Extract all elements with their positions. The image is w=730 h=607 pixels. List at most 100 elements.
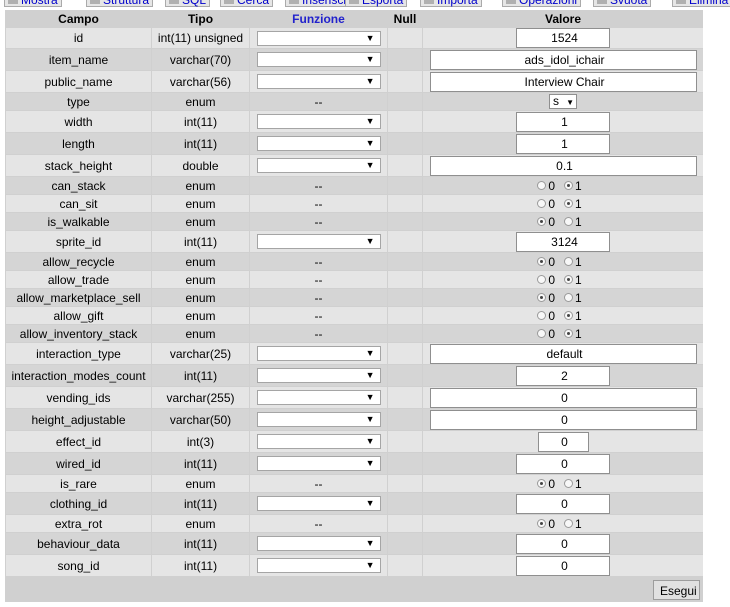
function-select[interactable]: ▼ (256, 52, 381, 68)
allow-recycle-radio-0[interactable] (537, 257, 547, 267)
can-stack-radio-0[interactable] (537, 181, 547, 191)
field-name: interaction_type (6, 343, 151, 364)
can-stack-radio-1[interactable] (564, 181, 573, 191)
clothing-id-input[interactable]: 0 (516, 493, 610, 514)
function-select[interactable]: ▼ (256, 74, 381, 90)
tab-esporta[interactable]: Esporta (345, 0, 408, 7)
sql-icon (169, 0, 179, 4)
vending-ids-input[interactable]: 0 (429, 387, 697, 408)
tab-label: Esporta (362, 0, 404, 7)
field-null-cell (388, 365, 422, 386)
function-select[interactable]: ▼ (256, 434, 381, 450)
function-select[interactable]: ▼ (256, 136, 381, 152)
field-function-cell: ▼ (250, 533, 387, 554)
field-value-cell: 1 (423, 133, 703, 154)
tab-elimina[interactable]: Elimina (672, 0, 730, 7)
tab-svuota[interactable]: Svuota (593, 0, 652, 7)
can-sit-radio-0[interactable] (537, 199, 547, 209)
function-select[interactable]: ▼ (256, 30, 381, 46)
function-select[interactable]: ▼ (256, 558, 381, 574)
field-type: int(11) (152, 133, 249, 154)
field-function-cell: ▼ (250, 493, 387, 514)
field-function-cell: ▼ (250, 155, 387, 176)
extra-rot-radio-1[interactable] (564, 519, 573, 529)
is-walkable-radio-1[interactable] (564, 217, 573, 227)
esegui-button[interactable]: Esegui (653, 580, 700, 600)
tab-cerca[interactable]: Cerca (220, 0, 274, 7)
field-null-cell (388, 533, 422, 554)
id-input[interactable]: 1524 (516, 28, 610, 48)
chevron-down-icon: ▼ (365, 32, 375, 43)
interaction-modes-count-input[interactable]: 2 (516, 365, 610, 386)
form-footer: Esegui (5, 578, 703, 602)
behaviour-data-input[interactable]: 0 (516, 533, 610, 554)
field-function-cell: ▼ (250, 343, 387, 364)
field-null-cell (388, 555, 422, 576)
allow-gift-radio-1[interactable] (564, 311, 573, 321)
field-function-cell: -- (250, 307, 387, 324)
chevron-down-icon: ▼ (365, 160, 375, 171)
field-type: enum (152, 515, 249, 532)
chevron-down-icon: ▼ (365, 370, 375, 381)
width-input[interactable]: 1 (516, 111, 610, 132)
function-select[interactable]: ▼ (256, 536, 381, 552)
function-select[interactable]: ▼ (256, 346, 381, 362)
function-select[interactable]: ▼ (256, 456, 381, 472)
extra-rot-radio-0[interactable] (537, 519, 547, 529)
item-name-input[interactable]: ads_idol_ichair (429, 49, 697, 70)
function-select[interactable]: ▼ (256, 496, 381, 512)
tab-mostra[interactable]: Mostra (4, 0, 62, 7)
function-select[interactable]: ▼ (256, 368, 381, 384)
allow-inventory-stack-radio-1[interactable] (564, 329, 573, 339)
allow-recycle-radio-1[interactable] (564, 257, 573, 267)
radio-label: 0 (548, 308, 555, 323)
radio-label: 1 (575, 516, 582, 531)
function-select[interactable]: ▼ (256, 390, 381, 406)
can-sit-radio-1[interactable] (564, 199, 573, 209)
field-value-cell: default (423, 343, 703, 364)
field-value-cell: 01 (423, 289, 703, 306)
allow-gift-radio-0[interactable] (537, 311, 547, 321)
allow-trade-radio-1[interactable] (564, 275, 573, 285)
sprite-id-input[interactable]: 3124 (516, 231, 610, 252)
export-icon (349, 0, 359, 4)
function-select[interactable]: ▼ (256, 114, 381, 130)
tab-label: Importa (437, 0, 478, 7)
allow-trade-radio-0[interactable] (537, 275, 547, 285)
tab-operazioni[interactable]: Operazioni (502, 0, 582, 7)
function-select[interactable]: ▼ (256, 158, 381, 174)
field-row-is-rare: is_rare enum -- 0 1 (6, 475, 703, 492)
header-funzione[interactable]: Funzione (250, 11, 387, 27)
tab-sql[interactable]: SQL (165, 0, 211, 7)
is-walkable-radio-0[interactable] (537, 217, 547, 227)
field-function-cell: ▼ (250, 231, 387, 252)
allow-marketplace-sell-radio-1[interactable] (564, 293, 573, 303)
type-select[interactable]: s ▼ (549, 94, 577, 110)
stack-height-input[interactable]: 0.1 (429, 155, 697, 176)
length-input[interactable]: 1 (516, 133, 610, 154)
field-name: public_name (6, 71, 151, 92)
radio-label: 1 (575, 196, 582, 211)
effect-id-input[interactable]: 0 (537, 431, 589, 452)
is-rare-radio-1[interactable] (564, 479, 573, 489)
field-row-item-name: item_name varchar(70) ▼ ads_idol_ichair (6, 49, 703, 70)
public-name-input[interactable]: Interview Chair (429, 71, 697, 92)
radio-label: 1 (575, 178, 582, 193)
tab-struttura[interactable]: Struttura (86, 0, 154, 7)
wired-id-input[interactable]: 0 (516, 453, 610, 474)
field-name: item_name (6, 49, 151, 70)
function-select[interactable]: ▼ (256, 412, 381, 428)
browse-icon (8, 0, 18, 4)
allow-marketplace-sell-radio-0[interactable] (537, 293, 547, 303)
field-function-cell: -- (250, 271, 387, 288)
tab-importa[interactable]: Importa (420, 0, 482, 7)
field-type: enum (152, 307, 249, 324)
field-function-cell: -- (250, 177, 387, 194)
song-id-input[interactable]: 0 (516, 555, 610, 576)
function-select[interactable]: ▼ (256, 234, 381, 250)
tab-inserisci[interactable]: Inserisci (285, 0, 351, 7)
is-rare-radio-0[interactable] (537, 479, 547, 489)
height-adjustable-input[interactable]: 0 (429, 409, 697, 430)
allow-inventory-stack-radio-0[interactable] (537, 329, 547, 339)
interaction-type-input[interactable]: default (429, 343, 697, 364)
